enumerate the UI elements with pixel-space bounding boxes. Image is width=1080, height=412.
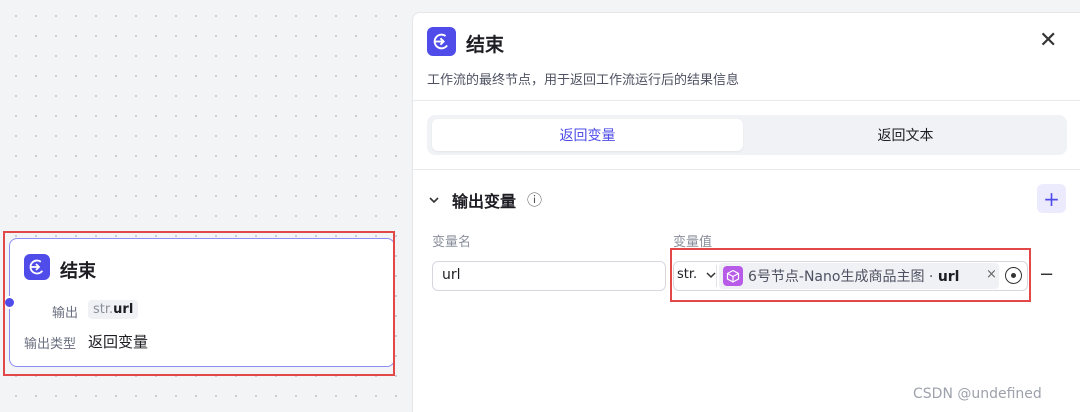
tab-bar: 返回变量 返回文本 [427,115,1067,155]
add-variable-button[interactable]: + [1037,184,1066,213]
highlight-box-value [670,248,1031,302]
divider [412,169,1080,170]
variable-name-input[interactable]: url [432,261,666,291]
tab-return-text[interactable]: 返回文本 [749,119,1062,151]
chevron-down-icon[interactable] [428,191,440,210]
close-icon[interactable]: ✕ [1039,30,1057,52]
plus-icon: + [1043,186,1060,211]
divider [412,100,1080,101]
watermark: CSDN @undefined [913,386,1042,402]
tab-return-variable[interactable]: 返回变量 [432,119,743,151]
remove-row-button[interactable]: − [1039,264,1054,285]
section-title: 输出变量 [452,192,517,211]
info-icon[interactable]: ⓘ [527,189,542,210]
highlight-box-node [3,231,395,376]
panel-title: 结束 [466,34,505,56]
column-header-name: 变量名 [432,235,472,250]
panel-description: 工作流的最终节点，用于返回工作流运行后的结果信息 [427,73,740,88]
panel-end-node-icon [427,27,456,56]
